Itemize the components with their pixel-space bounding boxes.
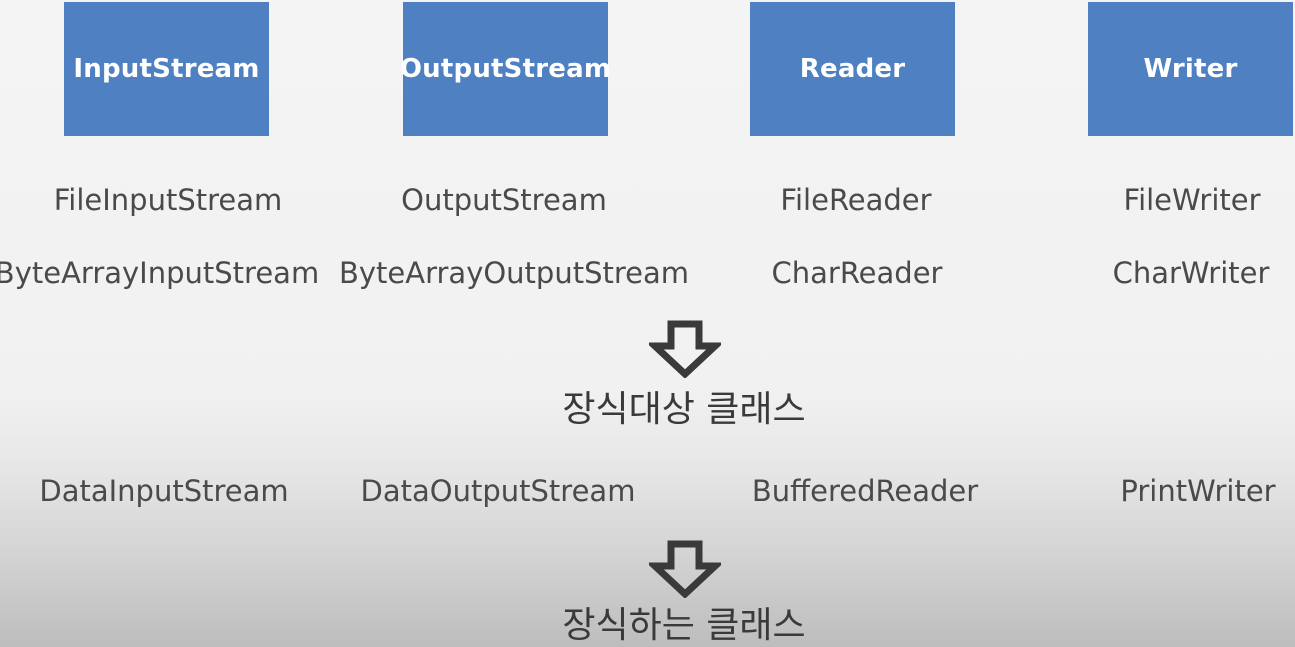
class-bufferedreader: BufferedReader [751,474,979,508]
header-inputstream-label: InputStream [73,54,260,84]
class-filewriter: FileWriter [1123,183,1261,217]
class-printwriter: PrintWriter [1120,474,1276,508]
class-bytearrayoutputstream: ByteArrayOutputStream [338,256,690,290]
header-inputstream: InputStream [64,2,269,136]
header-writer: Writer [1088,2,1293,136]
class-datainputstream: DataInputStream [39,474,289,508]
class-dataoutputstream: DataOutputStream [360,474,636,508]
header-outputstream-label: OutputStream [399,54,612,84]
down-arrow-icon [649,320,721,378]
decorator-class-caption: 장식하는 클래스 [562,605,806,646]
class-filereader: FileReader [780,183,932,217]
header-reader: Reader [750,2,955,136]
decorated-class-caption: 장식대상 클래스 [562,389,806,430]
class-charreader: CharReader [771,256,943,290]
class-outputstream: OutputStream [401,183,607,217]
header-reader-label: Reader [799,54,906,84]
header-writer-label: Writer [1143,54,1238,84]
header-outputstream: OutputStream [399,2,612,136]
class-charwriter: CharWriter [1112,256,1270,290]
down-arrow-icon [649,540,721,598]
class-bytearrayinputstream: ByteArrayInputStream [0,256,320,290]
class-fileinputstream: FileInputStream [53,183,283,217]
